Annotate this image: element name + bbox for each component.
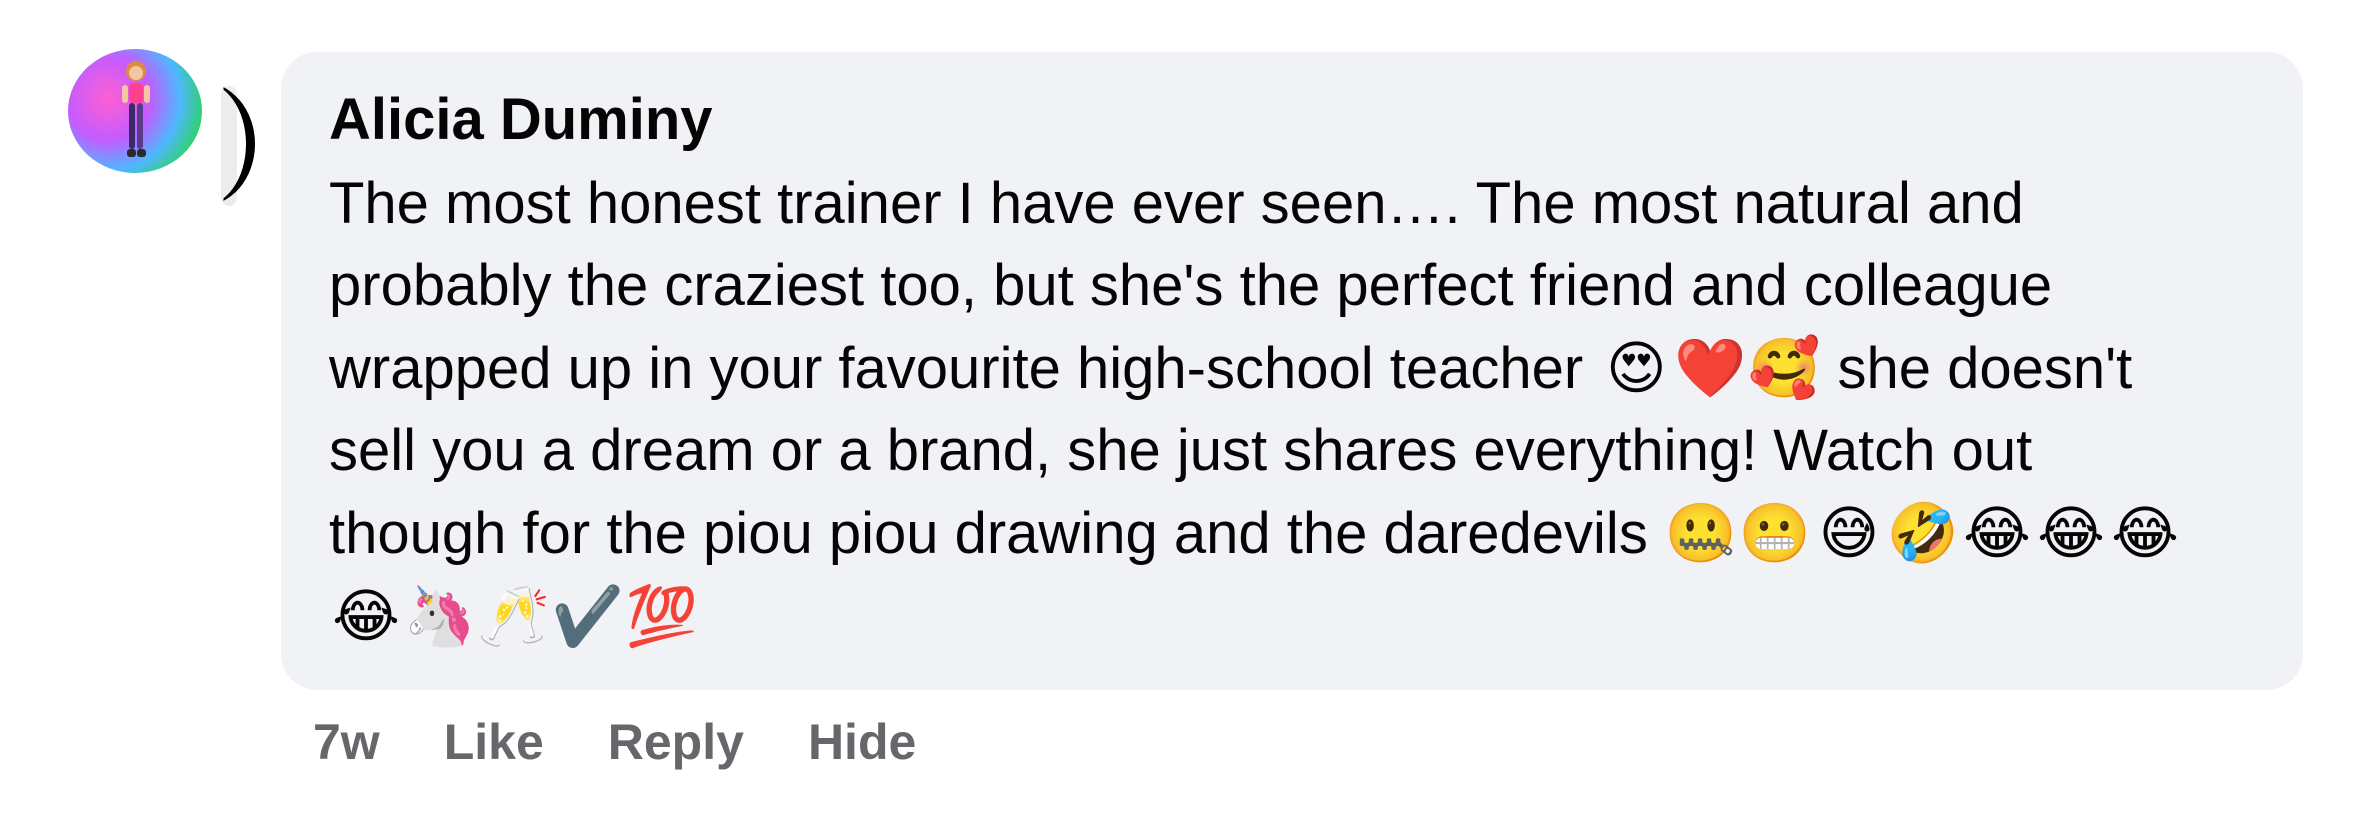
comment-line: though for the piou piou drawing and the… xyxy=(329,492,2255,575)
comment-actions: 7w Like Reply Hide xyxy=(313,712,980,772)
comment-line-text: she doesn't xyxy=(1837,336,2133,401)
unicorn-emoji-icon: 🦄 xyxy=(403,582,477,650)
avatar[interactable] xyxy=(68,49,202,173)
smiling-face-with-hearts-emoji-icon: 🥰 xyxy=(1748,334,1821,402)
comment-line: The most honest trainer I have ever seen… xyxy=(329,171,2024,236)
sweat-smile-emoji-icon: 😅 xyxy=(1818,499,1880,567)
comment-line: wrapped up in your favourite high-school… xyxy=(329,327,2255,410)
grimacing-emoji-icon: 😬 xyxy=(1738,499,1812,567)
hundred-points-emoji-icon: 💯 xyxy=(625,582,699,650)
comment-timestamp[interactable]: 7w xyxy=(313,713,380,771)
clinking-glasses-emoji-icon: 🥂 xyxy=(477,582,551,650)
comment-author[interactable]: Alicia Duminy xyxy=(329,85,2255,155)
hide-button[interactable]: Hide xyxy=(808,713,916,771)
like-button[interactable]: Like xyxy=(444,713,544,771)
avatar-figure-image xyxy=(122,61,150,157)
comment-line-text: wrapped up in your favourite high-school… xyxy=(329,336,1584,401)
comment-line: 😂🦄🥂✔️💯 xyxy=(329,575,2255,658)
tears-of-joy-emoji-icon: 😂 xyxy=(2111,499,2179,567)
comment-line: sell you a dream or a brand, she just sh… xyxy=(329,418,2033,483)
red-heart-emoji-icon: ❤️ xyxy=(1674,334,1747,402)
heart-eyes-emoji-icon: 😍 xyxy=(1606,334,1667,402)
zipper-mouth-emoji-icon: 🤐 xyxy=(1664,499,1738,567)
comment-text: The most honest trainer I have ever seen… xyxy=(329,163,2255,658)
tears-of-joy-emoji-icon: 😂 xyxy=(332,582,400,650)
tears-of-joy-emoji-icon: 😂 xyxy=(1963,499,2031,567)
tears-of-joy-emoji-icon: 😂 xyxy=(2037,499,2105,567)
comment-line: probably the craziest too, but she's the… xyxy=(329,253,2053,318)
rolling-laughing-emoji-icon: 🤣 xyxy=(1886,499,1960,567)
check-mark-emoji-icon: ✔️ xyxy=(551,582,625,650)
reply-button[interactable]: Reply xyxy=(608,713,744,771)
comment-line-text: though for the piou piou drawing and the… xyxy=(329,501,1648,566)
comment-bubble: Alicia Duminy The most honest trainer I … xyxy=(281,52,2303,690)
